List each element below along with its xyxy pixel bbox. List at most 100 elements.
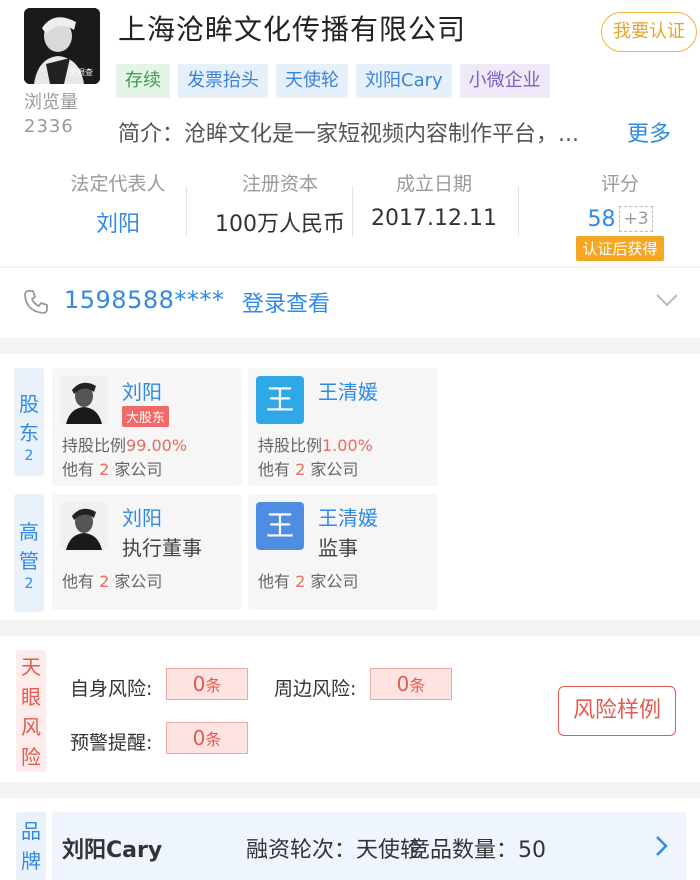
score-value: 58 [587, 206, 616, 232]
shareholders-label-char: 股 [19, 392, 39, 416]
risk-unit: 条 [205, 676, 222, 695]
other-companies: 他有 2 家公司 [258, 456, 358, 480]
company-header: 天眼查 浏览量 2336 上海沧眸文化传播有限公司 我要认证 存续 发票抬头 天… [0, 0, 700, 266]
share-ratio: 持股比例99.00% [62, 432, 187, 456]
shareholders-label[interactable]: 股 东 2 [14, 368, 44, 476]
avatar: 王 [256, 376, 304, 424]
stat-divider [518, 186, 519, 236]
founded-value: 2017.12.11 [371, 206, 497, 231]
risk-label-char: 风 [21, 715, 41, 739]
status-tag[interactable]: 存续 [116, 64, 170, 98]
brand-section-label[interactable]: 品 牌 [16, 812, 46, 880]
other-companies-prefix: 他有 [258, 572, 291, 591]
people-section: 股 东 2 刘阳 大股东 持股比例99.00% 他有 2 家公司 王 王清媛 持… [0, 354, 700, 620]
around-risk-count[interactable]: 0条 [370, 668, 452, 700]
shareholder-name[interactable]: 王清媛 [318, 376, 378, 405]
brand-card[interactable]: 刘阳Cary 融资轮次：天使轮 竞品数量：50 [52, 812, 686, 880]
other-companies-count: 2 [99, 460, 110, 479]
executive-role: 执行董事 [122, 536, 202, 560]
executives-label-char: 高 [19, 520, 39, 544]
views-count: 2336 [24, 116, 74, 137]
person-photo-icon [60, 376, 108, 424]
shareholder-card[interactable]: 刘阳 大股东 持股比例99.00% 他有 2 家公司 [52, 368, 242, 486]
phone-icon [24, 290, 48, 314]
other-companies: 他有 2 家公司 [62, 568, 162, 592]
other-companies-count: 2 [99, 572, 110, 591]
risk-unit: 条 [205, 730, 222, 749]
risk-label-char: 眼 [21, 685, 41, 709]
risk-unit: 条 [409, 676, 426, 695]
brand-label-char: 牌 [21, 849, 41, 873]
brand-tag[interactable]: 刘阳Cary [356, 64, 452, 98]
executives-count: 2 [24, 576, 34, 592]
brand-funding-round: 融资轮次：天使轮 [246, 838, 423, 863]
other-companies-prefix: 他有 [258, 460, 291, 479]
brand-competitor-count: 竞品数量：50 [408, 838, 546, 863]
self-risk-value: 0 [192, 672, 206, 696]
legal-rep-link[interactable]: 刘阳 [38, 206, 198, 238]
score-stat[interactable]: 评分 58 +3 认证后获得 [540, 168, 700, 261]
executive-card[interactable]: 刘阳 执行董事 他有 2 家公司 [52, 494, 242, 610]
phone-row[interactable]: 1598588**** 登录查看 [0, 268, 700, 338]
legal-rep-label: 法定代表人 [70, 173, 166, 195]
funding-round-tag[interactable]: 天使轮 [276, 64, 348, 98]
shareholders-label-char: 东 [19, 421, 39, 445]
brand-label-char: 品 [21, 819, 41, 843]
stat-divider [186, 186, 187, 236]
major-shareholder-badge: 大股东 [122, 406, 170, 427]
shareholders-count: 2 [24, 448, 34, 464]
executive-card[interactable]: 王 王清媛 监事 他有 2 家公司 [248, 494, 438, 610]
score-badge: 认证后获得 [576, 236, 664, 261]
share-ratio-label: 持股比例 [258, 436, 323, 455]
risk-section: 天 眼 风 险 自身风险: 0条 周边风险: 0条 预警提醒: 0条 风险样例 [0, 636, 700, 782]
legal-rep-stat: 法定代表人 刘阳 [38, 168, 198, 238]
brand-section: 品 牌 刘阳Cary 融资轮次：天使轮 竞品数量：50 [0, 798, 700, 880]
founded-stat: 成立日期 2017.12.11 [354, 168, 514, 231]
login-to-view-link[interactable]: 登录查看 [242, 286, 330, 318]
founded-label: 成立日期 [395, 173, 472, 195]
warning-count[interactable]: 0条 [166, 722, 248, 754]
capital-stat: 注册资本 100万人民币 [200, 168, 360, 238]
score-row: 58 +3 [540, 206, 700, 232]
intro-text: 沧眸文化是一家短视频内容制作平台，... [184, 122, 579, 147]
company-size-tag[interactable]: 小微企业 [459, 64, 550, 98]
company-tags: 存续 发票抬头 天使轮 刘阳Cary 小微企业 [116, 64, 550, 98]
shareholder-card[interactable]: 王 王清媛 持股比例1.00% 他有 2 家公司 [248, 368, 438, 486]
share-ratio: 持股比例1.00% [258, 432, 373, 456]
brand-name: 刘阳Cary [62, 838, 163, 863]
avatar [60, 376, 108, 424]
risk-example-button[interactable]: 风险样例 [558, 686, 676, 736]
risk-label-char: 天 [21, 655, 41, 679]
other-companies: 他有 2 家公司 [62, 456, 162, 480]
other-companies: 他有 2 家公司 [258, 568, 358, 592]
stat-divider [352, 186, 353, 236]
risk-section-label[interactable]: 天 眼 风 险 [16, 650, 46, 772]
other-companies-prefix: 他有 [62, 460, 95, 479]
chevron-right-icon[interactable] [654, 834, 670, 858]
capital-value: 100万人民币 [215, 212, 345, 237]
invoice-tag[interactable]: 发票抬头 [178, 64, 268, 98]
company-stats: 法定代表人 刘阳 注册资本 100万人民币 成立日期 2017.12.11 评分… [0, 168, 700, 264]
company-logo: 天眼查 [24, 8, 100, 84]
around-risk-label: 周边风险: [274, 678, 357, 700]
svg-text:天眼查: 天眼查 [69, 67, 93, 77]
executives-label-char: 管 [19, 549, 39, 573]
other-companies-suffix: 家公司 [310, 460, 359, 479]
executive-name[interactable]: 王清媛 [318, 502, 378, 531]
chevron-down-icon[interactable] [654, 290, 680, 310]
phone-number[interactable]: 1598588**** [64, 286, 224, 314]
warning-label: 预警提醒: [70, 732, 153, 754]
self-risk-count[interactable]: 0条 [166, 668, 248, 700]
shareholder-name[interactable]: 刘阳 [122, 376, 162, 405]
risk-label-char: 险 [21, 745, 41, 769]
executives-label[interactable]: 高 管 2 [14, 494, 44, 612]
executive-name[interactable]: 刘阳 [122, 502, 162, 531]
intro-more-link[interactable]: 更多 [627, 116, 671, 148]
claim-button[interactable]: 我要认证 [601, 12, 697, 52]
share-ratio-value: 1.00% [322, 436, 373, 455]
other-companies-suffix: 家公司 [114, 460, 163, 479]
intro-label: 简介： [118, 122, 185, 147]
self-risk-label: 自身风险: [70, 678, 153, 700]
other-companies-suffix: 家公司 [310, 572, 359, 591]
other-companies-suffix: 家公司 [114, 572, 163, 591]
